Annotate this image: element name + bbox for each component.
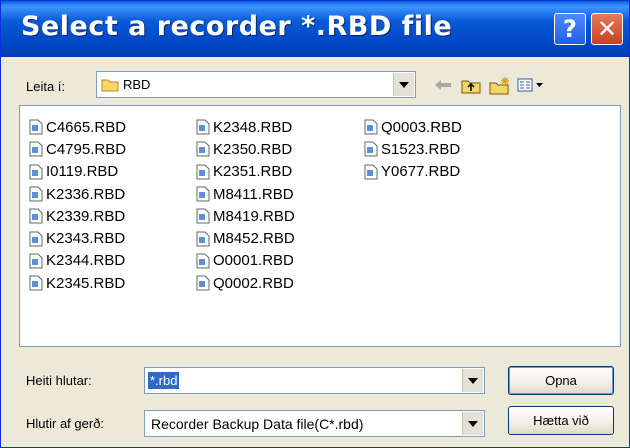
- file-name: K2343.RBD: [46, 230, 126, 248]
- file-icon: [196, 253, 210, 269]
- file-icon: [364, 141, 378, 157]
- file-item[interactable]: C4665.RBD: [28, 116, 126, 138]
- file-icon: [29, 208, 43, 224]
- file-icon: [29, 119, 43, 135]
- up-folder-icon[interactable]: [459, 74, 483, 96]
- cancel-button[interactable]: Hætta við: [508, 406, 614, 435]
- folder-icon: [101, 79, 119, 92]
- file-item[interactable]: Q0003.RBD: [363, 116, 462, 138]
- file-name: K2336.RBD: [46, 185, 126, 203]
- file-icon: [29, 275, 43, 291]
- file-name: Q0002.RBD: [213, 274, 294, 292]
- file-name: O0001.RBD: [213, 252, 294, 270]
- file-icon: [196, 141, 210, 157]
- file-name-label: Heiti hlutar:: [26, 373, 92, 388]
- file-name: K2345.RBD: [46, 274, 126, 292]
- view-menu-icon[interactable]: [516, 74, 546, 96]
- chevron-down-icon: [399, 81, 409, 88]
- title-bar[interactable]: Select a recorder *.RBD file ? ✕: [1, 1, 629, 57]
- file-dialog: Select a recorder *.RBD file ? ✕ Leita í…: [0, 0, 630, 448]
- look-in-value: RBD: [123, 77, 151, 92]
- close-button[interactable]: ✕: [591, 13, 623, 45]
- file-icon: [364, 164, 378, 180]
- file-item[interactable]: K2351.RBD: [195, 161, 295, 183]
- help-button[interactable]: ?: [554, 13, 586, 45]
- open-button[interactable]: Opna: [508, 366, 614, 395]
- file-icon: [29, 231, 43, 247]
- file-name: Q0003.RBD: [381, 118, 462, 136]
- file-icon: [196, 164, 210, 180]
- look-in-label: Leita í:: [26, 79, 66, 94]
- file-item[interactable]: K2343.RBD: [28, 227, 126, 249]
- file-name: K2350.RBD: [213, 140, 293, 158]
- file-name: K2351.RBD: [213, 163, 293, 181]
- file-name-dropdown-arrow[interactable]: [462, 369, 483, 392]
- file-item[interactable]: K2350.RBD: [195, 138, 295, 160]
- file-list[interactable]: C4665.RBD C4795.RBD I0119.RBD K2336.RBD …: [19, 105, 621, 347]
- file-icon: [196, 208, 210, 224]
- file-icon: [196, 119, 210, 135]
- chevron-down-icon: [468, 420, 478, 427]
- file-column-2: K2348.RBD K2350.RBD K2351.RBD M8411.RBD …: [195, 116, 295, 294]
- file-item[interactable]: K2348.RBD: [195, 116, 295, 138]
- file-name-input[interactable]: *.rbd: [144, 367, 485, 394]
- file-icon: [196, 231, 210, 247]
- file-item[interactable]: K2344.RBD: [28, 250, 126, 272]
- file-item[interactable]: M8452.RBD: [195, 227, 295, 249]
- file-item[interactable]: Q0002.RBD: [195, 272, 295, 294]
- file-name: M8411.RBD: [213, 185, 294, 203]
- file-type-dropdown-arrow[interactable]: [462, 412, 483, 435]
- file-column-3: Q0003.RBD S1523.RBD Y0677.RBD: [363, 116, 462, 183]
- file-item[interactable]: K2345.RBD: [28, 272, 126, 294]
- file-name: C4795.RBD: [46, 140, 127, 158]
- file-name: K2344.RBD: [46, 252, 126, 270]
- file-type-dropdown[interactable]: Recorder Backup Data file(C*.rbd): [144, 410, 485, 437]
- file-name-value: *.rbd: [148, 372, 180, 389]
- file-item[interactable]: S1523.RBD: [363, 138, 462, 160]
- back-arrow-icon[interactable]: [432, 74, 454, 96]
- file-item[interactable]: M8419.RBD: [195, 205, 295, 227]
- look-in-dropdown-arrow[interactable]: [393, 73, 414, 96]
- file-name: K2339.RBD: [46, 207, 126, 225]
- chevron-down-icon: [468, 377, 478, 384]
- file-name: M8452.RBD: [213, 230, 295, 248]
- file-icon: [29, 253, 43, 269]
- file-icon: [364, 119, 378, 135]
- look-in-dropdown[interactable]: RBD: [96, 71, 416, 98]
- file-name: K2348.RBD: [213, 118, 293, 136]
- file-item[interactable]: C4795.RBD: [28, 138, 126, 160]
- file-type-label: Hlutir af gerð:: [26, 416, 105, 431]
- file-type-value: Recorder Backup Data file(C*.rbd): [151, 416, 364, 432]
- file-item[interactable]: K2339.RBD: [28, 205, 126, 227]
- file-item[interactable]: M8411.RBD: [195, 183, 295, 205]
- file-icon: [196, 275, 210, 291]
- file-item[interactable]: K2336.RBD: [28, 183, 126, 205]
- file-column-1: C4665.RBD C4795.RBD I0119.RBD K2336.RBD …: [28, 116, 126, 294]
- file-item[interactable]: I0119.RBD: [28, 161, 126, 183]
- file-icon: [29, 141, 43, 157]
- file-item[interactable]: O0001.RBD: [195, 250, 295, 272]
- dialog-title: Select a recorder *.RBD file: [21, 11, 453, 42]
- new-folder-icon[interactable]: [487, 74, 513, 96]
- file-name: M8419.RBD: [213, 207, 295, 225]
- file-icon: [196, 186, 210, 202]
- file-name: Y0677.RBD: [381, 163, 461, 181]
- file-name: I0119.RBD: [46, 163, 119, 181]
- file-icon: [29, 186, 43, 202]
- file-name: S1523.RBD: [381, 140, 461, 158]
- file-icon: [29, 164, 43, 180]
- file-item[interactable]: Y0677.RBD: [363, 161, 462, 183]
- file-name: C4665.RBD: [46, 118, 127, 136]
